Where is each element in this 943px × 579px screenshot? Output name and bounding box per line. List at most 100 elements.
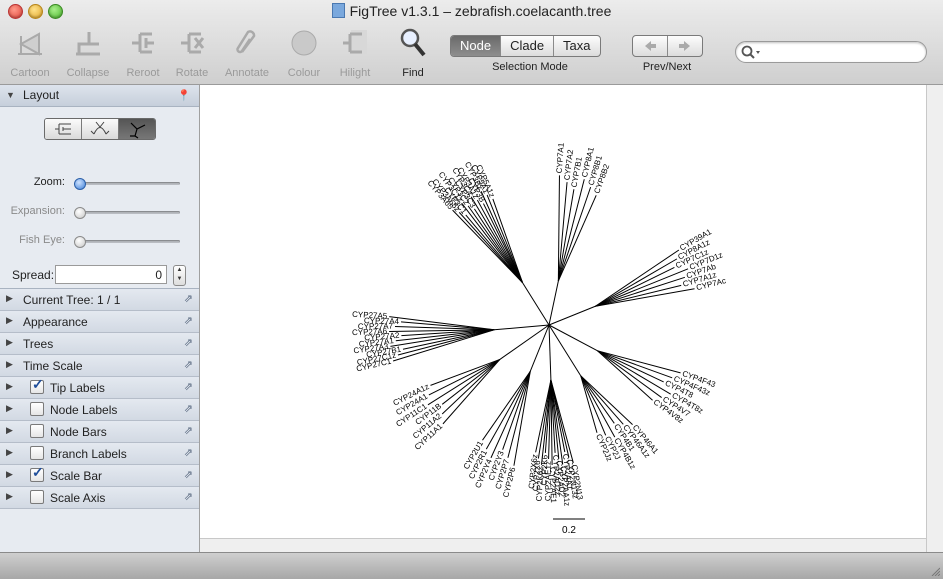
radial-layout-button[interactable] — [119, 119, 155, 139]
mode-clade[interactable]: Clade — [501, 36, 555, 56]
tip-branch[interactable] — [595, 266, 675, 307]
tip-branch[interactable] — [490, 371, 531, 459]
polar-layout-button[interactable] — [82, 119, 119, 139]
stepper-down-icon[interactable]: ▼ — [174, 275, 185, 284]
layout-panel-header[interactable]: ▼ Layout 📍 — [0, 85, 199, 107]
pin-icon[interactable]: ⇗ — [184, 402, 193, 415]
rotate-button[interactable]: Rotate — [162, 26, 222, 79]
tip-label[interactable]: CYP27A5 — [352, 310, 388, 321]
tip-branch[interactable] — [580, 375, 616, 438]
disclosure-triangle-icon[interactable]: ▶ — [6, 447, 13, 458]
tip-branch[interactable] — [595, 276, 686, 307]
panel-checkbox[interactable] — [30, 424, 44, 438]
panel-checkbox[interactable]: ✓ — [30, 376, 44, 394]
expansion-slider-knob[interactable] — [74, 207, 86, 219]
hilight-button[interactable]: Hilight — [325, 26, 385, 79]
tip-branch[interactable] — [557, 186, 592, 282]
tip-branch[interactable] — [441, 359, 501, 405]
pin-icon[interactable]: ⇗ — [184, 380, 193, 393]
prev-button[interactable] — [633, 36, 668, 56]
tip-branch[interactable] — [597, 350, 662, 398]
pin-icon[interactable]: 📍 — [177, 86, 191, 107]
disclosure-triangle-icon[interactable]: ▶ — [6, 315, 13, 326]
pin-icon[interactable]: ⇗ — [184, 468, 193, 481]
rectangular-layout-button[interactable] — [45, 119, 82, 139]
panel-row-scale-axis[interactable]: ▶ Scale Axis ⇗ — [0, 487, 199, 509]
panel-checkbox[interactable] — [30, 446, 44, 460]
panel-row-appearance[interactable]: ▶ Appearance ⇗ — [0, 311, 199, 333]
panel-row-scale-bar[interactable]: ▶ ✓ Scale Bar ⇗ — [0, 464, 199, 487]
vertical-scrollbar[interactable] — [926, 85, 943, 552]
pin-icon[interactable]: ⇗ — [184, 446, 193, 459]
tip-branch[interactable] — [482, 371, 531, 441]
tip-branch[interactable] — [441, 359, 501, 415]
tree-canvas[interactable]: CYP7A1 CYP7A2 CYP7B1 CYP8A1 CYP8B1 CYP8B2 CYP3… — [200, 85, 926, 538]
tip-branch[interactable] — [597, 350, 671, 395]
panel-row-node-bars[interactable]: ▶ Node Bars ⇗ — [0, 421, 199, 443]
search-input[interactable] — [762, 44, 921, 60]
collapse-button[interactable]: Collapse — [58, 26, 118, 79]
internal-branch[interactable] — [522, 282, 550, 326]
tip-branch[interactable] — [557, 189, 575, 282]
tip-branch[interactable] — [580, 375, 633, 425]
annotate-button[interactable]: Annotate — [217, 26, 277, 79]
internal-branch[interactable] — [548, 324, 582, 377]
panel-row-tip-labels[interactable]: ▶ ✓ Tip Labels ⇗ — [0, 376, 199, 399]
tip-branch[interactable] — [476, 199, 523, 283]
panel-row-trees[interactable]: ▶ Trees ⇗ — [0, 333, 199, 355]
stepper-up-icon[interactable]: ▲ — [174, 266, 185, 275]
mode-node[interactable]: Node — [451, 36, 502, 56]
pin-icon[interactable]: ⇗ — [184, 358, 193, 371]
resize-grip-icon[interactable] — [930, 566, 940, 576]
tip-branch[interactable] — [597, 350, 673, 379]
spread-input[interactable]: 0 — [55, 265, 167, 284]
internal-branch[interactable] — [548, 280, 559, 326]
disclosure-triangle-icon[interactable]: ▶ — [6, 403, 13, 414]
tip-branch[interactable] — [473, 208, 523, 283]
internal-branch[interactable] — [494, 324, 550, 331]
disclosure-triangle-icon[interactable]: ▶ — [6, 293, 13, 304]
tip-branch[interactable] — [507, 371, 531, 458]
panel-row-node-labels[interactable]: ▶ Node Labels ⇗ — [0, 399, 199, 421]
fisheye-slider-knob[interactable] — [74, 236, 86, 248]
disclosure-triangle-icon[interactable]: ▶ — [6, 381, 13, 392]
spread-stepper[interactable]: ▲ ▼ — [173, 265, 186, 286]
tip-branch[interactable] — [428, 358, 501, 396]
panel-row-current-tree-1-1[interactable]: ▶ Current Tree: 1 / 1 ⇗ — [0, 289, 199, 311]
tip-branch[interactable] — [502, 371, 531, 450]
pin-icon[interactable]: ⇗ — [184, 490, 193, 503]
tip-branch[interactable] — [595, 249, 680, 307]
internal-branch[interactable] — [548, 324, 598, 352]
tip-branch[interactable] — [597, 350, 664, 383]
disclosure-triangle-icon[interactable]: ▶ — [6, 469, 13, 480]
pin-icon[interactable]: ⇗ — [184, 336, 193, 349]
disclosure-triangle-icon[interactable]: ▶ — [6, 337, 13, 348]
expansion-slider[interactable] — [74, 207, 180, 219]
search-field[interactable] — [735, 41, 927, 63]
find-button[interactable]: Find — [383, 26, 443, 79]
zoom-slider[interactable] — [74, 178, 180, 190]
tip-branch[interactable] — [486, 194, 523, 283]
pin-icon[interactable]: ⇗ — [184, 424, 193, 437]
panel-checkbox[interactable] — [30, 402, 44, 416]
tip-branch[interactable] — [392, 329, 495, 362]
tip-branch[interactable] — [442, 359, 501, 425]
zoom-slider-knob[interactable] — [74, 178, 86, 190]
next-button[interactable] — [668, 36, 702, 56]
internal-branch[interactable] — [548, 324, 552, 380]
internal-branch[interactable] — [548, 305, 596, 326]
panel-row-branch-labels[interactable]: ▶ Branch Labels ⇗ — [0, 443, 199, 465]
phylogenetic-tree[interactable]: CYP7A1CYP7A2CYP7B1CYP8A1CYP8B1CYP8B2CYP3… — [200, 85, 926, 538]
panel-checkbox[interactable]: ✓ — [30, 464, 44, 482]
horizontal-scrollbar[interactable] — [200, 538, 926, 553]
tip-branch[interactable] — [467, 205, 523, 283]
disclosure-triangle-icon[interactable]: ▶ — [6, 425, 13, 436]
tip-branch[interactable] — [452, 209, 523, 283]
panel-checkbox[interactable] — [30, 490, 44, 504]
cartoon-button[interactable]: Cartoon — [0, 26, 60, 79]
pin-icon[interactable]: ⇗ — [184, 292, 193, 305]
mode-taxa[interactable]: Taxa — [554, 36, 599, 56]
panel-row-time-scale[interactable]: ▶ Time Scale ⇗ — [0, 355, 199, 377]
tip-branch[interactable] — [458, 212, 523, 283]
fisheye-slider[interactable] — [74, 236, 180, 248]
